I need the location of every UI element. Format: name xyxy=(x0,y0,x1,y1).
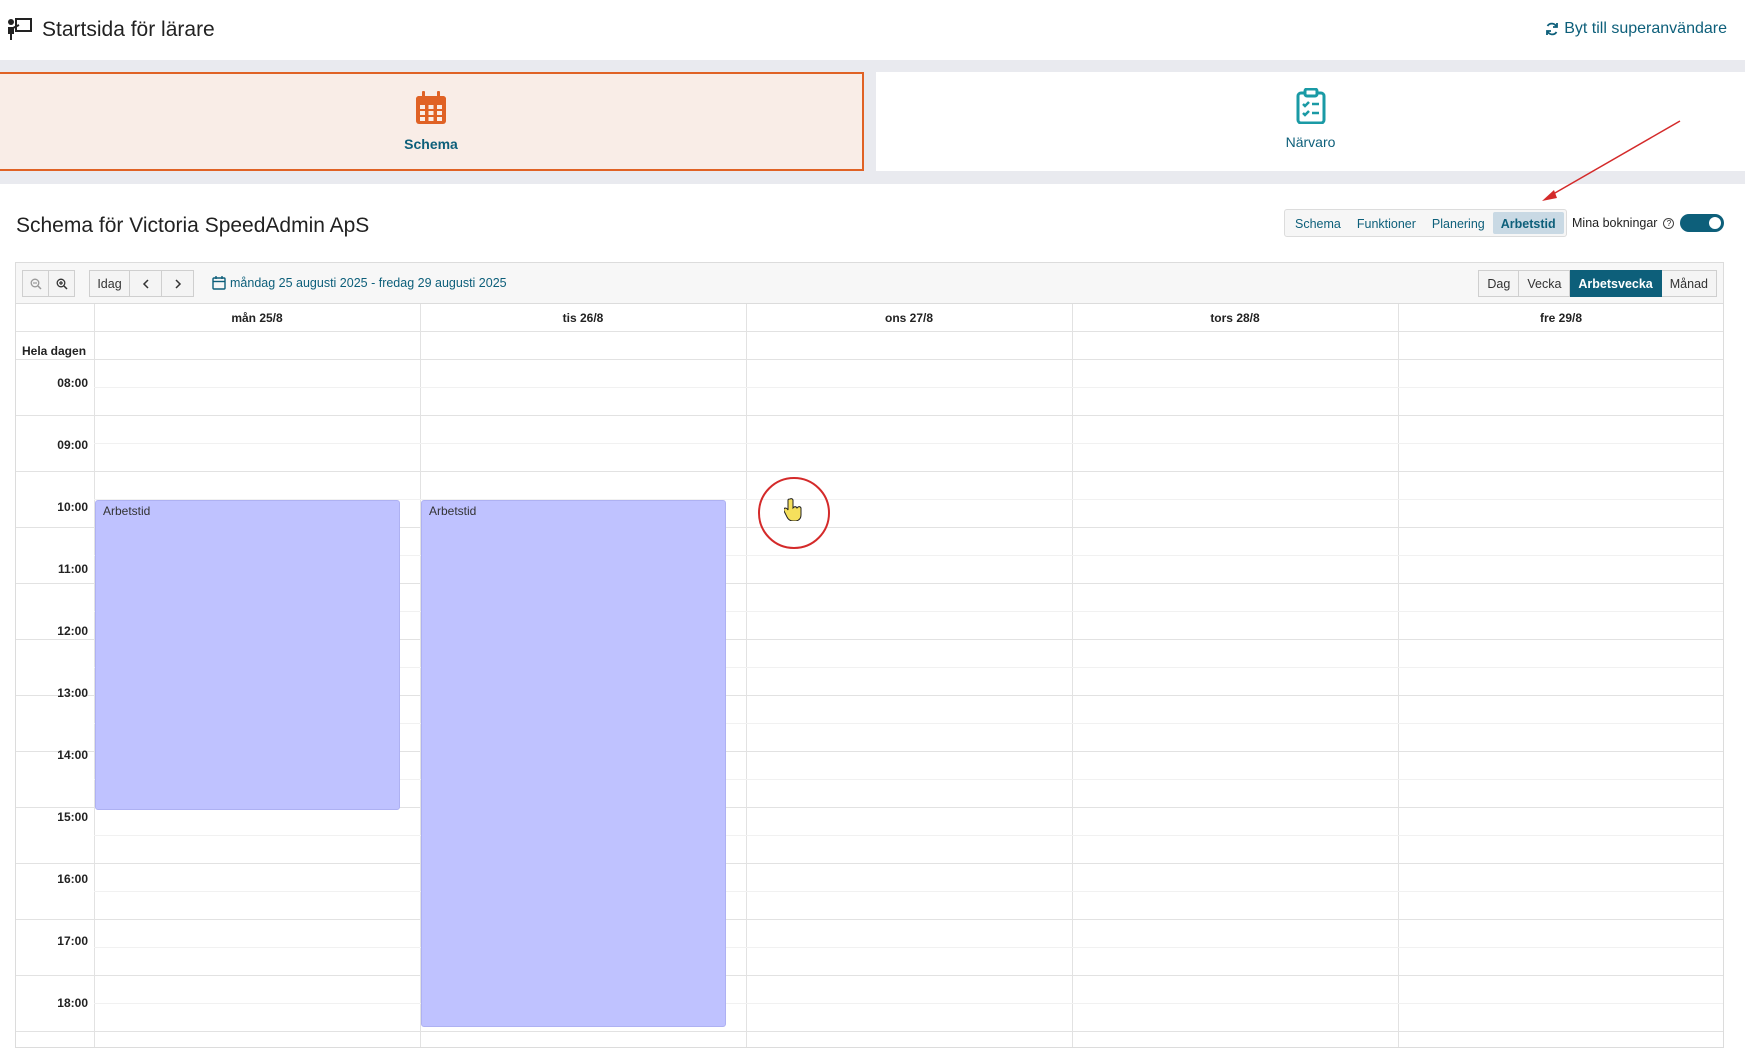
tile-schema[interactable]: Schema xyxy=(0,72,864,171)
time-label: 18:00 xyxy=(57,996,88,1010)
schedule-mode-tabs: Schema Funktioner Planering Arbetstid xyxy=(1284,209,1567,237)
grid-line xyxy=(16,415,1723,416)
calendar-grid[interactable]: mån 25/8 tis 26/8 ons 27/8 tors 28/8 fre… xyxy=(16,304,1723,1047)
zoom-out-button[interactable] xyxy=(22,270,49,297)
page-title: Startsida för lärare xyxy=(42,18,215,41)
page: Startsida för lärare Byt till superanvän… xyxy=(0,0,1745,1048)
zoom-in-icon xyxy=(56,278,68,290)
calendar-small-icon xyxy=(212,276,226,290)
my-bookings-toggle[interactable] xyxy=(1680,214,1725,232)
calendar-view-tabs: Dag Vecka Arbetsvecka Månad xyxy=(1478,270,1717,297)
view-tab-manad[interactable]: Månad xyxy=(1661,270,1717,297)
hand-cursor-icon xyxy=(784,498,802,521)
mode-tab-funktioner[interactable]: Funktioner xyxy=(1349,212,1424,234)
time-label: 12:00 xyxy=(57,624,88,638)
today-button[interactable]: Idag xyxy=(89,270,130,297)
time-label: 08:00 xyxy=(57,376,88,390)
my-bookings-label: Mina bokningar xyxy=(1572,216,1658,230)
all-day-label: Hela dagen xyxy=(22,344,87,358)
time-label: 16:00 xyxy=(57,872,88,886)
day-header: tors 28/8 xyxy=(1210,311,1260,325)
date-range-label: måndag 25 augusti 2025 - fredag 29 augus… xyxy=(230,275,507,290)
grid-line xyxy=(94,947,1723,948)
day-header: ons 27/8 xyxy=(884,311,934,325)
previous-button[interactable] xyxy=(129,270,162,297)
grid-line xyxy=(16,359,1723,360)
my-bookings: Mina bokningar ? xyxy=(1572,214,1725,232)
view-tab-arbetsvecka[interactable]: Arbetsvecka xyxy=(1570,270,1662,297)
date-range-picker[interactable]: måndag 25 augusti 2025 - fredag 29 augus… xyxy=(212,275,507,290)
top-bar: Startsida för lärare Byt till superanvän… xyxy=(0,0,1745,60)
time-label: 17:00 xyxy=(57,934,88,948)
navigation-tiles: Schema Närvaro xyxy=(0,60,1745,184)
event-title: Arbetstid xyxy=(429,504,477,518)
zoom-out-icon xyxy=(30,278,42,290)
zoom-in-button[interactable] xyxy=(48,270,75,297)
grid-line xyxy=(94,1003,1723,1004)
clipboard-icon xyxy=(1296,88,1325,124)
chevron-left-icon xyxy=(142,278,149,289)
grid-line xyxy=(94,891,1723,892)
day-header: mån 25/8 xyxy=(231,311,283,325)
day-header: fre 29/8 xyxy=(1539,311,1583,325)
time-label: 09:00 xyxy=(57,438,88,452)
tile-narvaro-label: Närvaro xyxy=(1285,134,1336,150)
time-label: 11:00 xyxy=(57,562,88,576)
grid-line xyxy=(16,1031,1723,1032)
help-icon[interactable]: ? xyxy=(1663,217,1675,229)
grid-line xyxy=(94,443,1723,444)
time-label: 14:00 xyxy=(57,748,88,762)
next-button[interactable] xyxy=(161,270,194,297)
view-tab-vecka[interactable]: Vecka xyxy=(1519,270,1571,297)
grid-line xyxy=(16,471,1723,472)
calendar-icon xyxy=(416,91,446,124)
view-tab-dag[interactable]: Dag xyxy=(1478,270,1520,297)
event-arbetstid[interactable]: Arbetstid xyxy=(421,500,726,1027)
calendar: Idag måndag 25 augusti 2025 - fredag 29 … xyxy=(15,262,1724,1048)
switch-user-label: Byt till superanvändare xyxy=(1564,20,1727,37)
refresh-icon xyxy=(1546,22,1559,36)
switch-user-link[interactable]: Byt till superanvändare xyxy=(1545,20,1727,38)
time-label: 10:00 xyxy=(57,500,88,514)
grid-line xyxy=(16,919,1723,920)
calendar-toolbar: Idag måndag 25 augusti 2025 - fredag 29 … xyxy=(16,263,1723,304)
day-header: tis 26/8 xyxy=(562,311,604,325)
grid-line xyxy=(16,331,1723,332)
grid-line xyxy=(16,863,1723,864)
event-arbetstid[interactable]: Arbetstid xyxy=(95,500,400,810)
tile-narvaro[interactable]: Närvaro xyxy=(876,72,1745,171)
time-label: 13:00 xyxy=(57,686,88,700)
mode-tab-schema[interactable]: Schema xyxy=(1287,212,1349,234)
grid-line xyxy=(16,975,1723,976)
mode-tab-planering[interactable]: Planering xyxy=(1424,212,1493,234)
mode-tab-arbetstid[interactable]: Arbetstid xyxy=(1492,212,1564,234)
grid-line xyxy=(94,387,1723,388)
schedule-title: Schema för Victoria SpeedAdmin ApS xyxy=(16,214,370,237)
tile-schema-label: Schema xyxy=(404,136,458,152)
toggle-knob xyxy=(1709,217,1722,229)
teacher-board-icon xyxy=(8,18,32,40)
grid-line xyxy=(94,835,1723,836)
event-title: Arbetstid xyxy=(103,504,151,518)
chevron-right-icon xyxy=(174,278,181,289)
time-label: 15:00 xyxy=(57,810,88,824)
